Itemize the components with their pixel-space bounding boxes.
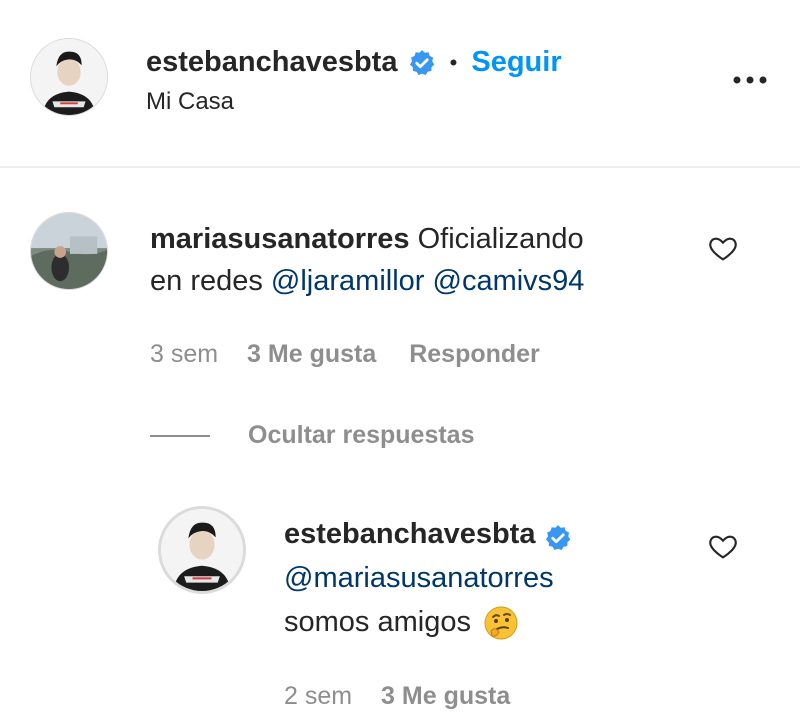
comment-body: mariasusanatorres Oficializando en redes… bbox=[150, 218, 670, 302]
landscape-avatar-icon bbox=[31, 213, 107, 289]
person-avatar-icon bbox=[161, 509, 243, 591]
reply-timestamp[interactable]: 2 sem bbox=[284, 682, 352, 710]
comment-likes-count[interactable]: 3 Me gusta bbox=[247, 340, 376, 368]
reply-author-avatar[interactable] bbox=[158, 506, 246, 594]
verified-badge-icon bbox=[408, 49, 436, 77]
reply-author-username[interactable]: estebanchavesbta bbox=[284, 518, 535, 550]
reply-likes-count[interactable]: 3 Me gusta bbox=[381, 682, 510, 710]
separator-dot: • bbox=[449, 50, 458, 76]
comment-meta: 3 sem 3 Me gusta Responder bbox=[150, 338, 540, 370]
mention-link[interactable]: @mariasusanatorres bbox=[284, 562, 554, 594]
reply-line-3: somos amigos bbox=[284, 600, 684, 644]
like-comment-heart-icon[interactable] bbox=[707, 232, 739, 264]
more-options-icon[interactable] bbox=[728, 62, 772, 98]
mention-link[interactable]: @ljaramillor bbox=[271, 265, 425, 297]
commenter-username[interactable]: mariasusanatorres bbox=[150, 223, 410, 255]
post-header-line: estebanchavesbta • Seguir bbox=[146, 44, 562, 80]
reply-meta: 2 sem 3 Me gusta bbox=[284, 680, 510, 712]
reply-button[interactable]: Responder bbox=[409, 340, 540, 368]
reply-line-2: @mariasusanatorres bbox=[284, 556, 684, 600]
post-location[interactable]: Mi Casa bbox=[146, 86, 234, 118]
follow-button[interactable]: Seguir bbox=[471, 46, 561, 78]
post-author-username[interactable]: estebanchavesbta bbox=[146, 46, 397, 78]
header-divider bbox=[0, 166, 800, 168]
person-avatar-icon bbox=[31, 39, 107, 115]
comment-text-continued: en redes bbox=[150, 265, 263, 297]
thinking-face-icon bbox=[483, 605, 519, 641]
replies-toggle-line bbox=[150, 435, 210, 437]
commenter-avatar[interactable] bbox=[30, 212, 108, 290]
hide-replies-button[interactable]: Ocultar respuestas bbox=[248, 418, 475, 452]
comment-line-1: mariasusanatorres Oficializando bbox=[150, 218, 670, 260]
post-author-avatar[interactable] bbox=[30, 38, 108, 116]
mention-link[interactable]: @camivs94 bbox=[433, 265, 585, 297]
comment-line-2: en redes @ljaramillor @camivs94 bbox=[150, 260, 670, 302]
comment-text: Oficializando bbox=[417, 223, 584, 255]
verified-badge-icon bbox=[544, 521, 572, 551]
reply-text: somos amigos bbox=[284, 606, 471, 638]
reply-body: estebanchavesbta @mariasusanatorres somo… bbox=[284, 512, 684, 644]
comment-timestamp[interactable]: 3 sem bbox=[150, 340, 218, 368]
like-reply-heart-icon[interactable] bbox=[707, 530, 739, 562]
reply-line-1: estebanchavesbta bbox=[284, 512, 684, 556]
